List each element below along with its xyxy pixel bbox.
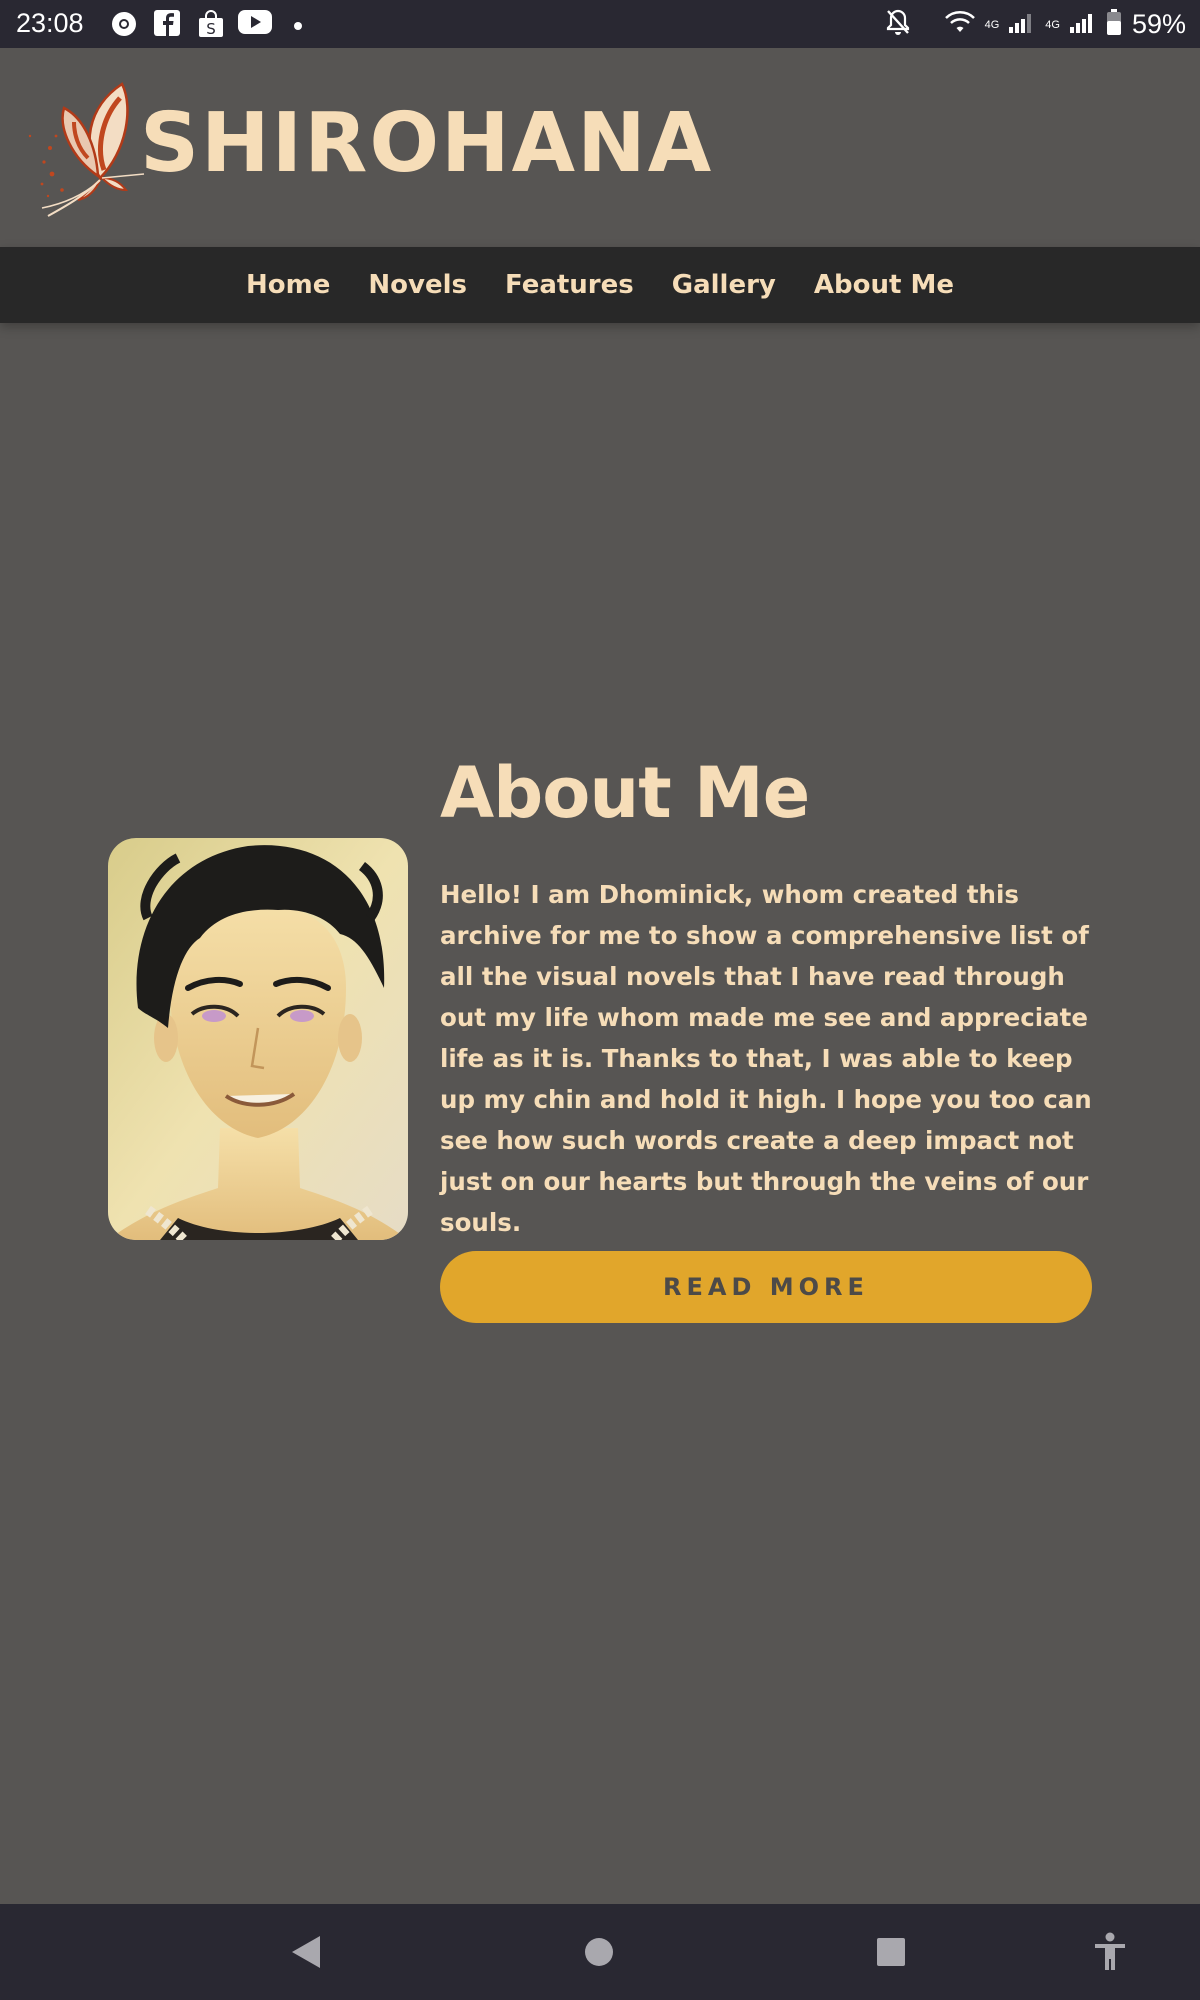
signal-icon [1069,11,1096,38]
chrome-icon [110,10,138,43]
battery-icon [1106,9,1122,40]
youtube-icon [238,10,272,41]
back-icon[interactable] [290,1934,322,1974]
shop-icon: S [198,10,224,43]
network-label: 4G [984,18,1000,31]
butterfly-icon[interactable] [22,78,150,218]
about-description: Hello! I am Dhominick, whom created this… [440,880,1092,1237]
facebook-icon [154,10,180,41]
about-title: About Me [440,752,810,834]
nav-item-features[interactable]: Features [505,270,634,300]
signal-icon [1009,11,1035,38]
network-label: 4G [1045,18,1060,31]
status-bar: 23:08 S 4G 4G 59% [0,0,1200,48]
main-nav: Home Novels Features Gallery About Me [0,247,1200,323]
wifi-icon [944,10,975,39]
nav-item-about-me[interactable]: About Me [814,270,954,300]
nav-item-novels[interactable]: Novels [368,270,467,300]
read-more-button[interactable]: READ MORE [440,1251,1092,1323]
site-brand[interactable]: SHIROHANA [140,96,713,191]
status-time: 23:08 [16,8,84,38]
recents-icon[interactable] [876,1937,906,1971]
nav-item-gallery[interactable]: Gallery [672,270,776,300]
dot-icon [293,18,303,36]
profile-portrait [108,838,408,1240]
system-nav-bar [0,1904,1200,2000]
svg-text:S: S [206,20,216,38]
accessibility-icon[interactable] [1093,1932,1127,1974]
nav-item-home[interactable]: Home [246,270,330,300]
home-icon[interactable] [584,1937,614,1971]
bell-off-icon [885,8,911,41]
site-header: SHIROHANA [0,48,1200,246]
battery-percent: 59% [1131,9,1186,39]
status-system-icons: 4G 4G 59% [885,8,1186,41]
